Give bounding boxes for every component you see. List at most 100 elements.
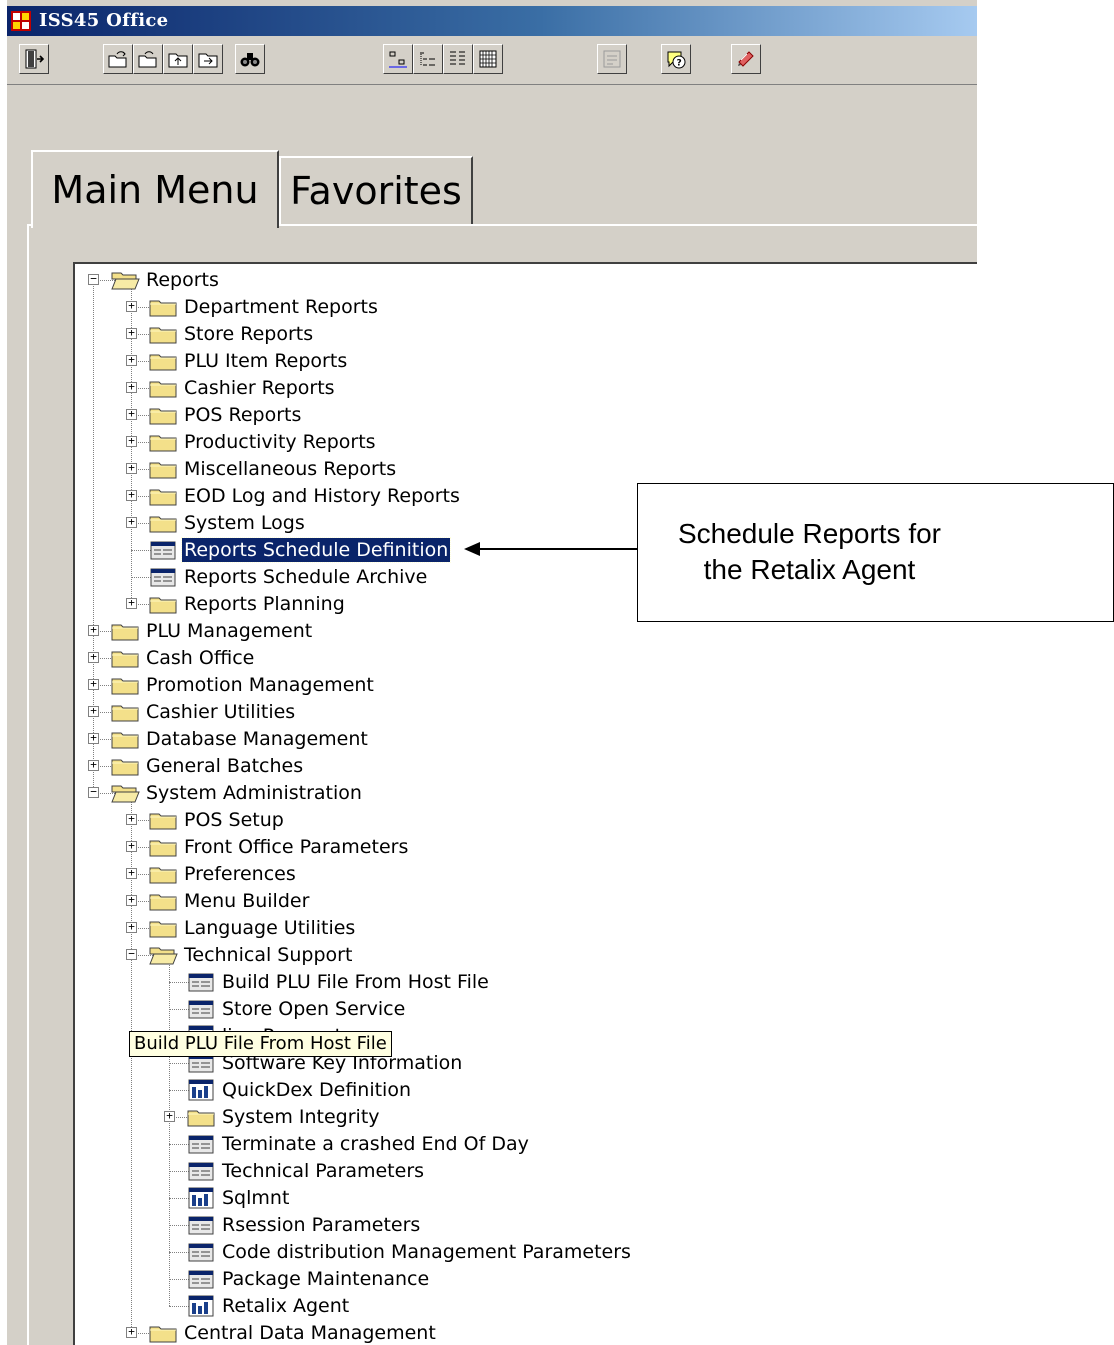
tree-item-label[interactable]: PLU Item Reports (182, 349, 349, 373)
tree-item-label[interactable]: PLU Management (144, 619, 314, 643)
tree-item[interactable]: + Department Reports (75, 294, 975, 320)
expand-plus-icon[interactable]: + (126, 597, 137, 609)
expand-plus-icon[interactable]: + (126, 489, 137, 501)
title-bar[interactable]: ISS45 Office (7, 6, 977, 36)
tree-item-label[interactable]: Reports Schedule Definition (180, 537, 452, 563)
expand-plus-icon[interactable]: + (126, 462, 137, 474)
tree-item[interactable]: − System Administration (75, 780, 975, 806)
expand-plus-icon[interactable]: + (126, 867, 137, 879)
menu-tree[interactable]: − Reports + Department Reports + Store Report… (73, 262, 977, 1345)
tree-item[interactable]: + Menu Builder (75, 888, 975, 914)
tree-item-label[interactable]: Reports (144, 268, 221, 292)
tree-item-label[interactable]: Build PLU File From Host File (220, 970, 491, 994)
tree-item[interactable]: − Technical Support (75, 942, 975, 968)
tree-item-label[interactable]: Productivity Reports (182, 430, 378, 454)
tree-item-label[interactable]: Reports Schedule Archive (182, 565, 429, 589)
expand-plus-icon[interactable]: + (126, 300, 137, 312)
tree-item[interactable]: + System Integrity (75, 1104, 975, 1130)
open-redo-button[interactable] (133, 44, 163, 74)
expand-plus-icon[interactable]: + (126, 813, 137, 825)
expand-plus-icon[interactable]: + (126, 354, 137, 366)
collapse-minus-icon[interactable]: − (126, 948, 137, 960)
tree-item[interactable]: + PLU Item Reports (75, 348, 975, 374)
tree-item[interactable]: Terminate a crashed End Of Day (75, 1131, 975, 1157)
tree-item[interactable]: + Promotion Management (75, 672, 975, 698)
folder-up-button[interactable] (163, 44, 193, 74)
tree-item[interactable]: + Store Reports (75, 321, 975, 347)
tree-item-label[interactable]: Menu Builder (182, 889, 311, 913)
tree-item-label[interactable]: Reports Planning (182, 592, 347, 616)
tree-item[interactable]: Code distribution Management Parameters (75, 1239, 975, 1265)
expand-plus-icon[interactable]: + (126, 435, 137, 447)
tree-item-label[interactable]: Central Data Management (182, 1321, 438, 1345)
detail-view-button[interactable] (443, 44, 473, 74)
tree-item[interactable]: + Front Office Parameters (75, 834, 975, 860)
tree-item-label[interactable]: POS Reports (182, 403, 303, 427)
expand-plus-icon[interactable]: + (88, 705, 99, 717)
tree-item-label[interactable]: Store Reports (182, 322, 315, 346)
tree-item-label[interactable]: Language Utilities (182, 916, 357, 940)
expand-plus-icon[interactable]: + (88, 759, 99, 771)
collapse-minus-icon[interactable]: − (88, 273, 99, 285)
list-view-button[interactable] (413, 44, 443, 74)
tree-item[interactable]: + Productivity Reports (75, 429, 975, 455)
tree-item-label[interactable]: Technical Parameters (220, 1159, 426, 1183)
tree-item[interactable]: + Central Data Management (75, 1320, 975, 1345)
tree-item-label[interactable]: System Administration (144, 781, 364, 805)
expand-plus-icon[interactable]: + (126, 840, 137, 852)
tree-item-label[interactable]: Retalix Agent (220, 1294, 351, 1318)
expand-plus-icon[interactable]: + (88, 624, 99, 636)
tree-item-label[interactable]: Department Reports (182, 295, 380, 319)
help-button[interactable]: ? (661, 44, 691, 74)
find-button[interactable] (235, 44, 265, 74)
tree-item-label[interactable]: Miscellaneous Reports (182, 457, 398, 481)
expand-plus-icon[interactable]: + (88, 732, 99, 744)
folder-in-button[interactable] (193, 44, 223, 74)
tree-item-label[interactable]: Cashier Reports (182, 376, 337, 400)
tree-item[interactable]: Retalix Agent (75, 1293, 975, 1319)
tree-item-label[interactable]: POS Setup (182, 808, 286, 832)
tree-item[interactable]: Technical Parameters (75, 1158, 975, 1184)
tree-item-label[interactable]: Cash Office (144, 646, 256, 670)
tree-item[interactable]: Store Open Service (75, 996, 975, 1022)
tree-item-label[interactable]: Technical Support (182, 943, 354, 967)
tree-item-label[interactable]: System Logs (182, 511, 307, 535)
tree-item-label[interactable]: Sqlmnt (220, 1186, 291, 1210)
disabled-tool-button[interactable] (597, 44, 627, 74)
tree-item[interactable]: Package Maintenance (75, 1266, 975, 1292)
tree-item-label[interactable]: Cashier Utilities (144, 700, 297, 724)
tree-item[interactable]: + Cash Office (75, 645, 975, 671)
tree-item-label[interactable]: QuickDex Definition (220, 1078, 413, 1102)
tree-item[interactable]: + Preferences (75, 861, 975, 887)
exit-button[interactable] (19, 44, 49, 74)
expand-plus-icon[interactable]: + (164, 1110, 175, 1122)
expand-plus-icon[interactable]: + (126, 381, 137, 393)
tree-item-label[interactable]: Rsession Parameters (220, 1213, 422, 1237)
tree-item[interactable]: Sqlmnt (75, 1185, 975, 1211)
expand-plus-icon[interactable]: + (88, 678, 99, 690)
tab-favorites[interactable]: Favorites (279, 156, 473, 224)
expand-plus-icon[interactable]: + (126, 408, 137, 420)
expand-plus-icon[interactable]: + (126, 894, 137, 906)
tree-item-label[interactable]: General Batches (144, 754, 305, 778)
tree-item-label[interactable]: Terminate a crashed End Of Day (220, 1132, 531, 1156)
expand-plus-icon[interactable]: + (88, 651, 99, 663)
tree-item-label[interactable]: System Integrity (220, 1105, 382, 1129)
tree-item[interactable]: + POS Reports (75, 402, 975, 428)
notes-button[interactable] (731, 44, 761, 74)
tree-item-label[interactable]: Promotion Management (144, 673, 376, 697)
tree-item-label[interactable]: Store Open Service (220, 997, 407, 1021)
expand-plus-icon[interactable]: + (126, 921, 137, 933)
tree-item[interactable]: + Miscellaneous Reports (75, 456, 975, 482)
open-button[interactable] (103, 44, 133, 74)
tree-item[interactable]: + Database Management (75, 726, 975, 752)
tree-item[interactable]: Rsession Parameters (75, 1212, 975, 1238)
tree-item-label[interactable]: Preferences (182, 862, 298, 886)
expand-plus-icon[interactable]: + (126, 1326, 137, 1338)
tree-item[interactable]: + Cashier Reports (75, 375, 975, 401)
tree-item[interactable]: + Language Utilities (75, 915, 975, 941)
tree-item-label[interactable]: Package Maintenance (220, 1267, 431, 1291)
tree-item[interactable]: − Reports (75, 267, 975, 293)
tab-main-menu[interactable]: Main Menu (31, 150, 279, 228)
tree-item[interactable]: Build PLU File From Host File (75, 969, 975, 995)
